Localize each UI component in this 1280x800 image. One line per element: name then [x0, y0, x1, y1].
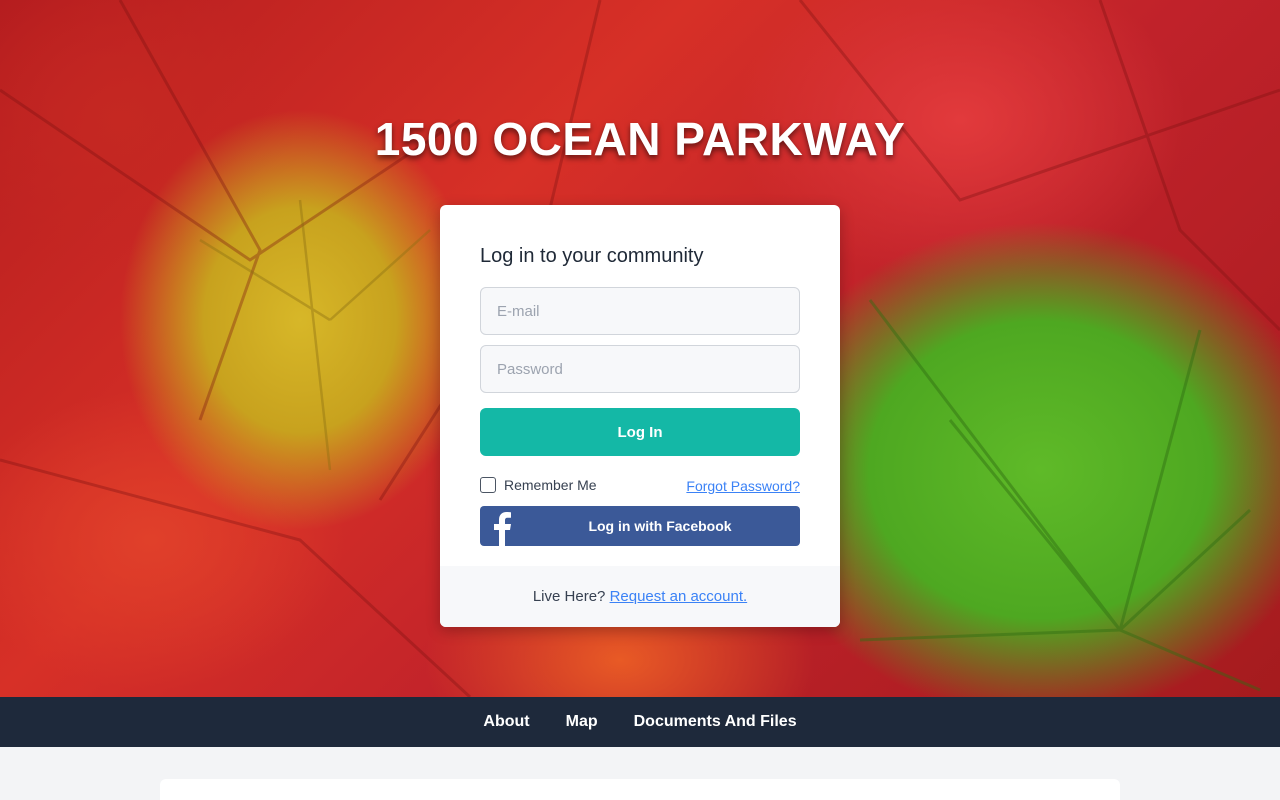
login-heading: Log in to your community	[480, 245, 704, 267]
main-navbar: About Map Documents And Files	[0, 697, 1280, 747]
remember-me[interactable]: Remember Me	[480, 477, 597, 493]
content-card	[160, 779, 1120, 800]
site-title: 1500 OCEAN PARKWAY	[374, 113, 906, 165]
nav-item-about[interactable]: About	[483, 713, 529, 731]
card-footer: Live Here? Request an account.	[440, 566, 840, 627]
footer-text: Live Here?	[532, 588, 606, 605]
request-account-link[interactable]: Request an account.	[610, 588, 748, 605]
login-button[interactable]: Log In	[480, 408, 800, 456]
forgot-password-link[interactable]: Forgot Password?	[686, 478, 800, 494]
facebook-login-button[interactable]: Log in with Facebook	[480, 506, 800, 546]
facebook-login-label: Log in with Facebook	[588, 518, 732, 534]
login-card: Log in to your community Log In Remember…	[440, 205, 840, 627]
email-field[interactable]	[480, 287, 800, 335]
nav-item-map[interactable]: Map	[566, 713, 598, 731]
password-field[interactable]	[480, 345, 800, 393]
remember-label: Remember Me	[504, 477, 597, 493]
remember-checkbox[interactable]	[480, 477, 496, 493]
nav-item-documents[interactable]: Documents And Files	[634, 713, 797, 731]
